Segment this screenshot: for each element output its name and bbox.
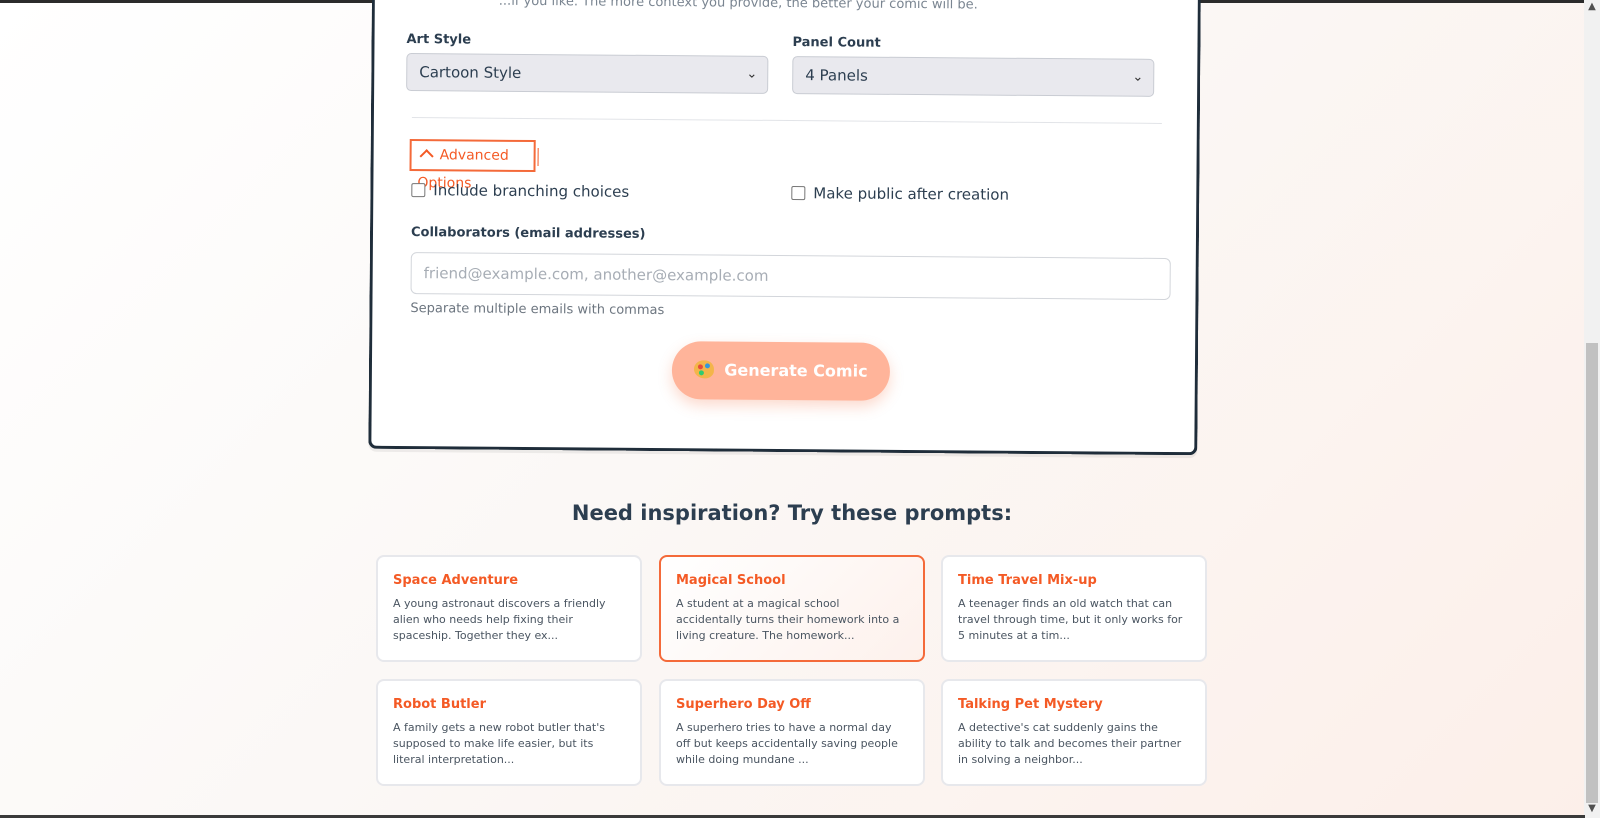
prompt-description: A teenager finds an old watch that can t…	[958, 597, 1183, 642]
scroll-down-arrow-icon[interactable]: ▼	[1584, 802, 1600, 816]
prompt-card[interactable]: Space Adventure A young astronaut discov…	[376, 555, 642, 662]
prompt-card[interactable]: Time Travel Mix-up A teenager finds an o…	[941, 555, 1207, 662]
vertical-scrollbar[interactable]: ▲ ▼	[1584, 0, 1600, 818]
prompt-title: Time Travel Mix-up	[958, 573, 1097, 588]
generate-comic-label: Generate Comic	[724, 360, 868, 381]
chevron-down-icon: ⌄	[1132, 69, 1144, 85]
prompt-description: A young astronaut discovers a friendly a…	[393, 597, 606, 642]
inspiration-heading: Need inspiration? Try these prompts:	[571, 501, 1013, 525]
generate-comic-button[interactable]: Generate Comic	[671, 341, 891, 401]
collaborators-hint: Separate multiple emails with commas	[410, 301, 665, 319]
make-public-option[interactable]: Make public after creation	[791, 184, 1009, 204]
make-public-checkbox[interactable]	[791, 186, 806, 201]
advanced-options-toggle[interactable]: Advanced Options	[409, 139, 536, 192]
art-style-select[interactable]: Cartoon Style ⌄	[406, 53, 769, 94]
collaborators-label: Collaborators (email addresses)	[410, 225, 646, 242]
chevron-up-icon	[419, 149, 434, 164]
panel-count-label: Panel Count	[792, 35, 881, 51]
prompt-title: Superhero Day Off	[676, 697, 811, 712]
branching-label: Include branching choices	[433, 181, 630, 201]
section-divider	[411, 117, 1162, 124]
chevron-down-icon: ⌄	[746, 66, 758, 82]
make-public-label: Make public after creation	[813, 184, 1010, 204]
scrollbar-thumb[interactable]	[1586, 343, 1598, 803]
prompt-description: A student at a magical school accidental…	[676, 597, 900, 642]
prompt-description: A superhero tries to have a normal day o…	[676, 721, 898, 766]
prompt-title: Robot Butler	[393, 697, 486, 712]
branching-checkbox[interactable]	[411, 183, 426, 198]
story-hint-text: ...if you like. The more context you pro…	[498, 0, 978, 13]
prompt-title: Magical School	[676, 573, 786, 588]
palette-icon	[694, 359, 715, 378]
prompt-description: A family gets a new robot butler that's …	[393, 721, 605, 766]
art-style-value: Cartoon Style	[419, 63, 522, 82]
comic-form-card: ...if you like. The more context you pro…	[368, 0, 1201, 456]
panel-count-value: 4 Panels	[805, 66, 868, 85]
prompt-title: Talking Pet Mystery	[958, 697, 1103, 712]
prompt-card[interactable]: Talking Pet Mystery A detective's cat su…	[941, 679, 1207, 786]
prompt-description: A detective's cat suddenly gains the abi…	[958, 721, 1182, 766]
prompt-card[interactable]: Robot Butler A family gets a new robot b…	[376, 679, 642, 786]
scroll-up-arrow-icon[interactable]: ▲	[1584, 0, 1600, 14]
prompt-card[interactable]: Superhero Day Off A superhero tries to h…	[659, 679, 925, 786]
art-style-label: Art Style	[406, 32, 472, 48]
prompt-card[interactable]: Magical School A student at a magical sc…	[659, 555, 925, 662]
text-cursor	[537, 148, 539, 167]
prompt-title: Space Adventure	[393, 573, 519, 588]
collaborators-input[interactable]: friend@example.com, another@example.com	[410, 252, 1171, 301]
panel-count-select[interactable]: 4 Panels ⌄	[792, 56, 1155, 97]
branching-choices-option[interactable]: Include branching choices	[411, 181, 629, 201]
